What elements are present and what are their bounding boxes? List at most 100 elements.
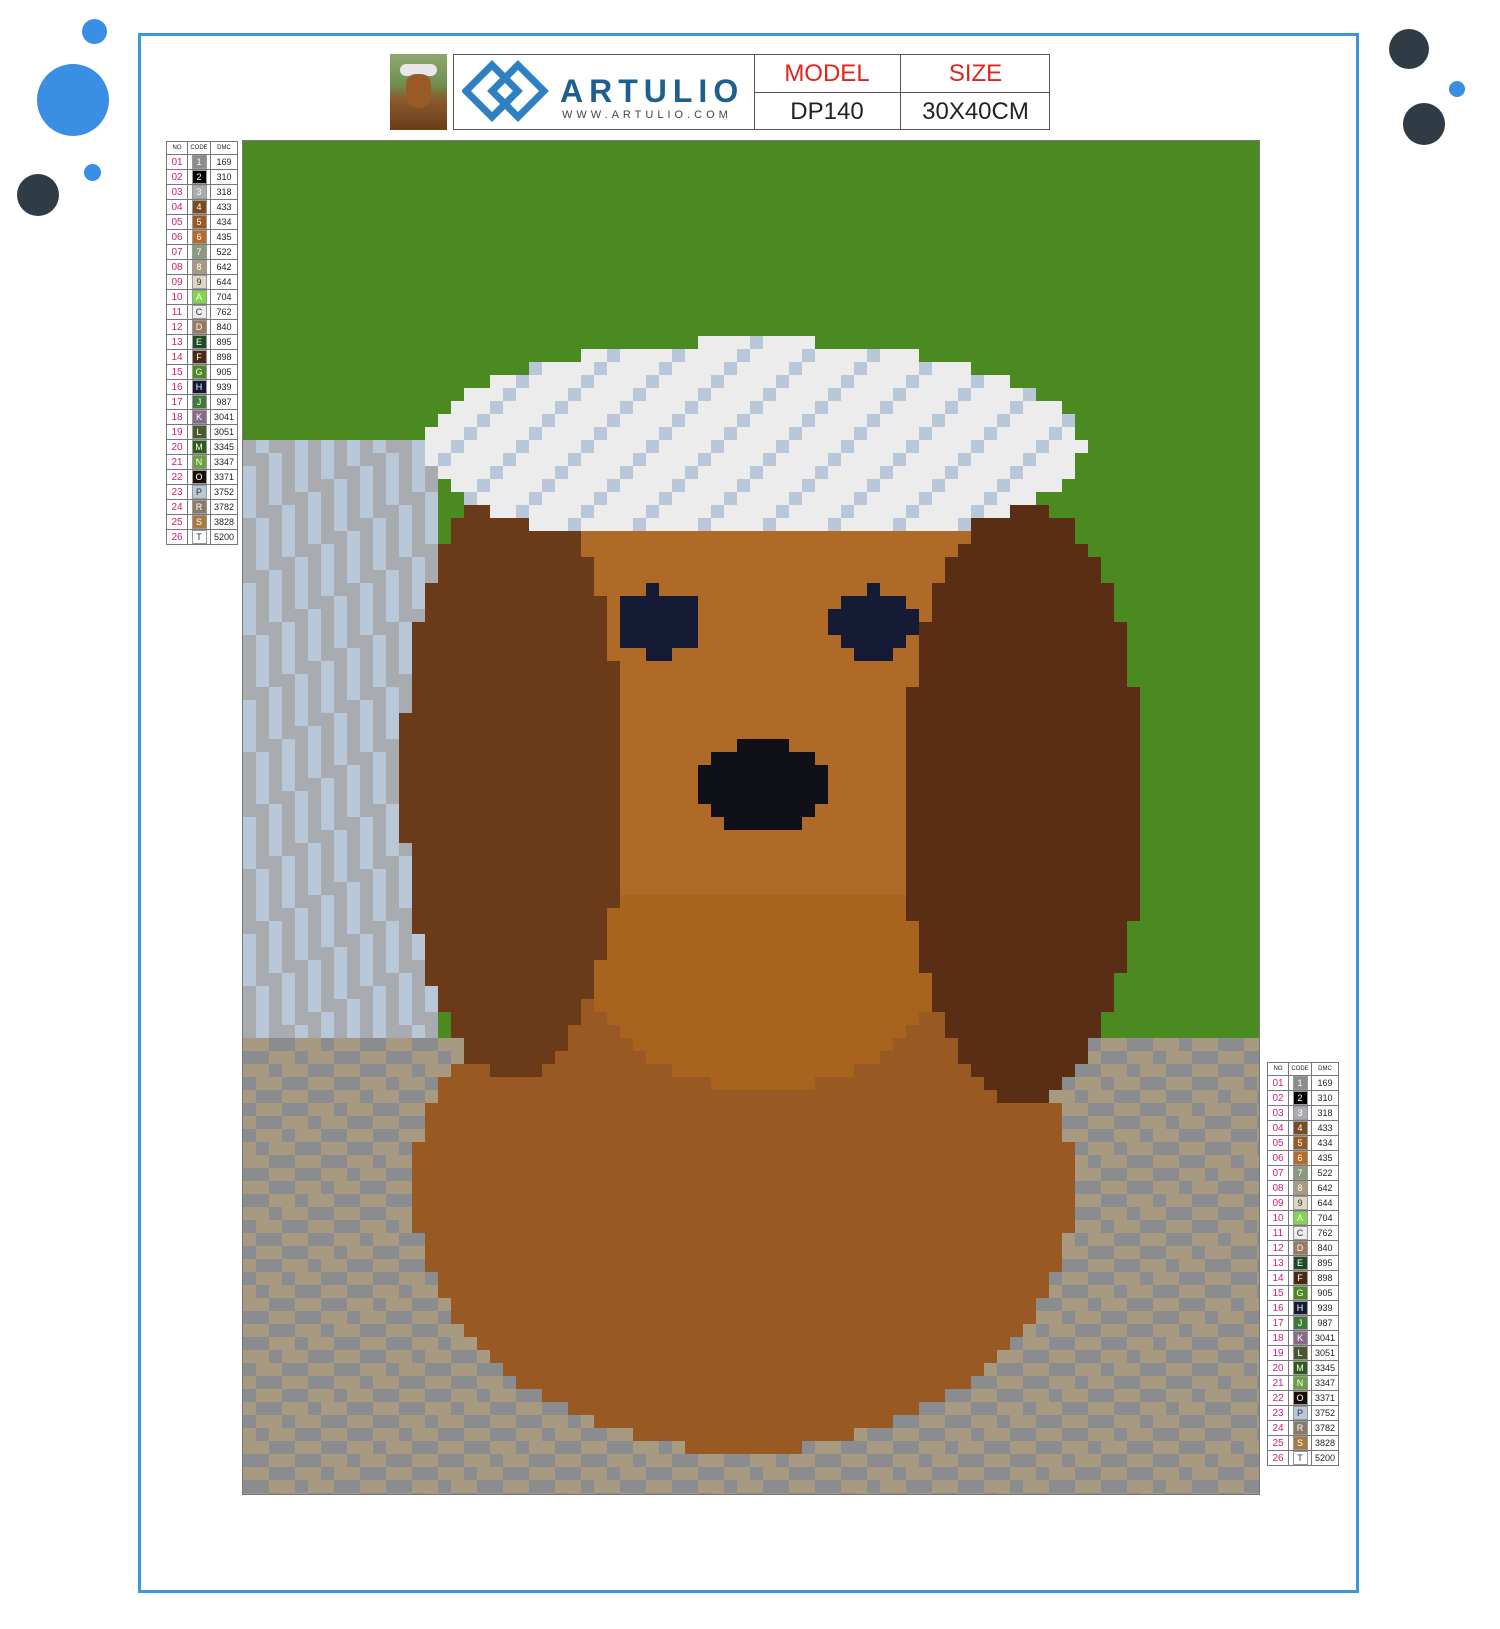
dog-photo-thumbnail (390, 54, 447, 130)
legend-row: 02 2 310 (166, 169, 238, 185)
legend-dmc: 3752 (1311, 1405, 1339, 1421)
legend-swatch: 7 (1292, 1166, 1308, 1180)
legend-row: 03 3 318 (166, 184, 238, 200)
legend-header-no: NO (166, 141, 188, 155)
legend-dmc: 3828 (210, 514, 238, 530)
legend-dmc: 895 (210, 334, 238, 350)
legend-dmc: 3371 (1311, 1390, 1339, 1406)
legend-no: 17 (1267, 1315, 1289, 1331)
legend-swatch: 9 (1292, 1196, 1308, 1210)
legend-swatch: A (1292, 1211, 1308, 1225)
legend-row: 01 1 169 (166, 154, 238, 170)
legend-no: 14 (166, 349, 188, 365)
size-label: SIZE (948, 60, 1003, 87)
legend-header-code: CODE (187, 141, 211, 155)
legend-swatch: T (1292, 1451, 1308, 1465)
legend-no: 19 (166, 424, 188, 440)
legend-no: 09 (166, 274, 188, 290)
legend-row: 06 6 435 (166, 229, 238, 245)
legend-row: 25 S 3828 (166, 514, 238, 530)
legend-no: 16 (166, 379, 188, 395)
legend-row: 07 7 522 (1267, 1165, 1339, 1181)
legend-no: 26 (166, 529, 188, 545)
legend-swatch: N (1292, 1376, 1308, 1390)
legend-dmc: 905 (210, 364, 238, 380)
legend-no: 02 (1267, 1090, 1289, 1106)
legend-no: 01 (166, 154, 188, 170)
legend-row: 16 H 939 (166, 379, 238, 395)
legend-swatch: 4 (1292, 1121, 1308, 1135)
legend-swatch: H (191, 380, 207, 394)
legend-no: 13 (1267, 1255, 1289, 1271)
legend-swatch: 7 (191, 245, 207, 259)
legend-row: 18 K 3041 (1267, 1330, 1339, 1346)
legend-dmc: 898 (1311, 1270, 1339, 1286)
color-legend-left: NO CODE DMC 01 1 169 02 2 310 03 3 318 04 4 433 05 5 4… (166, 141, 238, 545)
legend-row: 17 J 987 (1267, 1315, 1339, 1331)
legend-no: 22 (1267, 1390, 1289, 1406)
brand-url: WWW.ARTULIO.COM (562, 109, 732, 121)
legend-row: 12 D 840 (166, 319, 238, 335)
legend-row: 11 C 762 (1267, 1225, 1339, 1241)
product-header: ARTULIO WWW.ARTULIO.COM MODEL SIZE DP140… (453, 54, 1050, 130)
legend-no: 06 (1267, 1150, 1289, 1166)
legend-swatch: 2 (1292, 1091, 1308, 1105)
legend-row: 15 G 905 (166, 364, 238, 380)
diamond-painting-pattern (242, 140, 1260, 1495)
legend-row: 14 F 898 (1267, 1270, 1339, 1286)
legend-no: 16 (1267, 1300, 1289, 1316)
legend-no: 21 (166, 454, 188, 470)
legend-dmc: 762 (210, 304, 238, 320)
brand-name: ARTULIO (560, 73, 745, 109)
legend-swatch: O (191, 470, 207, 484)
legend-swatch: M (191, 440, 207, 454)
legend-no: 20 (1267, 1360, 1289, 1376)
legend-dmc: 522 (210, 244, 238, 260)
legend-swatch: 6 (191, 230, 207, 244)
legend-swatch: F (1292, 1271, 1308, 1285)
legend-dmc: 987 (210, 394, 238, 410)
legend-swatch: K (191, 410, 207, 424)
legend-dmc: 3782 (1311, 1420, 1339, 1436)
legend-dmc: 905 (1311, 1285, 1339, 1301)
legend-no: 12 (166, 319, 188, 335)
legend-no: 14 (1267, 1270, 1289, 1286)
legend-no: 22 (166, 469, 188, 485)
legend-row: 12 D 840 (1267, 1240, 1339, 1256)
legend-swatch: G (191, 365, 207, 379)
legend-no: 15 (1267, 1285, 1289, 1301)
legend-row: 23 P 3752 (1267, 1405, 1339, 1421)
legend-row: 26 T 5200 (1267, 1450, 1339, 1466)
legend-dmc: 3782 (210, 499, 238, 515)
legend-swatch: C (1292, 1226, 1308, 1240)
legend-swatch: M (1292, 1361, 1308, 1375)
legend-no: 04 (166, 199, 188, 215)
legend-no: 01 (1267, 1075, 1289, 1091)
legend-row: 09 9 644 (1267, 1195, 1339, 1211)
legend-swatch: H (1292, 1301, 1308, 1315)
legend-header-dmc: DMC (210, 141, 238, 155)
dark-dot-right-top (1389, 29, 1429, 69)
legend-dmc: 642 (1311, 1180, 1339, 1196)
legend-dmc: 433 (1311, 1120, 1339, 1136)
legend-dmc: 642 (210, 259, 238, 275)
legend-no: 19 (1267, 1345, 1289, 1361)
legend-row: 19 L 3051 (1267, 1345, 1339, 1361)
legend-swatch: R (1292, 1421, 1308, 1435)
legend-dmc: 704 (1311, 1210, 1339, 1226)
model-value: DP140 (790, 98, 864, 125)
legend-dmc: 939 (1311, 1300, 1339, 1316)
legend-no: 15 (166, 364, 188, 380)
legend-no: 21 (1267, 1375, 1289, 1391)
legend-dmc: 169 (1311, 1075, 1339, 1091)
legend-swatch: S (191, 515, 207, 529)
legend-swatch: 1 (1292, 1076, 1308, 1090)
legend-row: 26 T 5200 (166, 529, 238, 545)
legend-no: 09 (1267, 1195, 1289, 1211)
legend-dmc: 987 (1311, 1315, 1339, 1331)
legend-dmc: 3041 (210, 409, 238, 425)
legend-row: 22 O 3371 (166, 469, 238, 485)
legend-row: 07 7 522 (166, 244, 238, 260)
legend-row: 17 J 987 (166, 394, 238, 410)
legend-dmc: 704 (210, 289, 238, 305)
